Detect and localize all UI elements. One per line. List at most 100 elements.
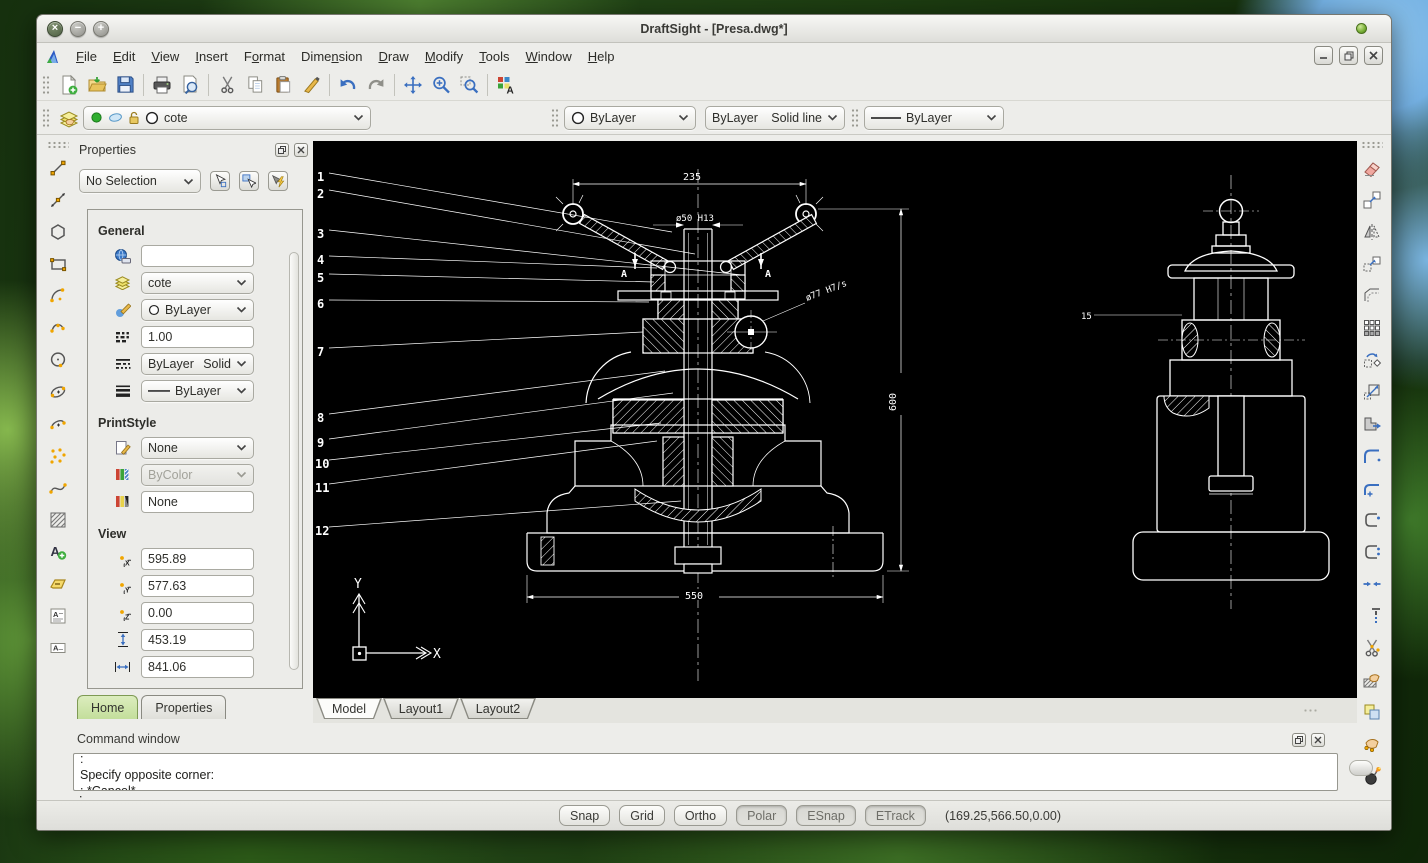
cut-button[interactable] <box>213 72 241 98</box>
scale-tool-button[interactable] <box>1358 378 1386 405</box>
print-preview-button[interactable] <box>176 72 204 98</box>
command-close-button[interactable] <box>1311 733 1325 747</box>
toolbar-grip[interactable] <box>851 107 859 128</box>
copy-button[interactable] <box>241 72 269 98</box>
zoom-in-button[interactable] <box>427 72 455 98</box>
command-history[interactable]: : Specify opposite corner: : *Cancel* <box>73 753 1338 791</box>
polygon-tool-button[interactable] <box>44 218 72 245</box>
center-y-field[interactable]: 577.63 <box>141 574 254 597</box>
entity-color-combo[interactable]: ByLayer <box>564 105 696 130</box>
spline-tool-button[interactable] <box>44 474 72 501</box>
ellipse-arc-tool-button[interactable] <box>44 410 72 437</box>
arc-tool-button[interactable] <box>44 282 72 309</box>
note-tool-button[interactable]: A <box>44 602 72 629</box>
toolbar-grip[interactable] <box>551 107 559 128</box>
line-tool-button[interactable] <box>44 154 72 181</box>
toolbar-grip[interactable] <box>47 141 69 148</box>
open-button[interactable] <box>83 72 111 98</box>
print-button[interactable] <box>148 72 176 98</box>
ellipse-tool-button[interactable] <box>44 378 72 405</box>
region-tool-button[interactable] <box>44 570 72 597</box>
selection-combo[interactable]: No Selection <box>79 169 201 193</box>
copy-nested-tool-button[interactable] <box>1358 698 1386 725</box>
menu-tools[interactable]: Tools <box>471 46 517 67</box>
paste-button[interactable] <box>269 72 297 98</box>
rectangle-tool-button[interactable] <box>44 250 72 277</box>
printtable-field[interactable]: None <box>141 490 254 513</box>
panel-scrollbar[interactable] <box>289 252 299 670</box>
panel-close-button[interactable] <box>294 143 308 157</box>
toolbar-grip[interactable] <box>1361 141 1383 148</box>
prop-color-combo[interactable]: ByLayer <box>141 298 254 321</box>
tab-home[interactable]: Home <box>77 695 139 719</box>
pan-button[interactable] <box>399 72 427 98</box>
split-tool-button[interactable] <box>1358 634 1386 661</box>
insert-text-tool-button[interactable]: A <box>44 538 72 565</box>
printstyle-combo[interactable]: None <box>141 436 254 459</box>
menu-insert[interactable]: Insert <box>187 46 236 67</box>
layers-manager-button[interactable] <box>55 105 83 131</box>
layer-combo[interactable]: cote <box>83 105 371 130</box>
view-height-field[interactable]: 453.19 <box>141 628 254 651</box>
redo-button[interactable] <box>362 72 390 98</box>
stretch-tool-button[interactable] <box>1358 410 1386 437</box>
prop-layer-combo[interactable]: cote <box>141 271 254 294</box>
snap-toggle[interactable]: Snap <box>559 805 611 826</box>
menu-modify[interactable]: Modify <box>417 46 471 67</box>
prop-lineweight-combo[interactable]: ByLayer <box>141 379 254 402</box>
select-entities-button[interactable] <box>210 171 230 191</box>
lineweight-combo[interactable]: ByLayer <box>864 105 1004 130</box>
fillet-tool-button[interactable] <box>1358 442 1386 469</box>
save-button[interactable] <box>111 72 139 98</box>
prop-linestyle-combo[interactable]: ByLayer Solid <box>141 352 254 375</box>
delete-tool-button[interactable] <box>1358 154 1386 181</box>
chamfer-tool-button[interactable] <box>1358 506 1386 533</box>
command-scroll-button[interactable] <box>1349 760 1373 776</box>
curve-tool-button[interactable] <box>44 314 72 341</box>
point-tool-button[interactable] <box>44 442 72 469</box>
undo-button[interactable] <box>334 72 362 98</box>
document-minimize-button[interactable] <box>1314 46 1333 65</box>
tab-properties[interactable]: Properties <box>141 695 227 719</box>
extend-tool-button[interactable] <box>1358 602 1386 629</box>
menu-draw[interactable]: Draw <box>370 46 416 67</box>
hyperlink-field[interactable] <box>141 244 254 267</box>
linescale-field[interactable]: 1.00 <box>141 325 254 348</box>
new-button[interactable] <box>55 72 83 98</box>
quick-select-button[interactable] <box>268 171 288 191</box>
document-restore-button[interactable] <box>1339 46 1358 65</box>
pattern-tool-button[interactable] <box>1358 314 1386 341</box>
toolbar-grip[interactable] <box>42 107 50 128</box>
text-styles-button[interactable]: A <box>492 72 520 98</box>
tab-layout2[interactable]: Layout2 <box>460 698 536 719</box>
edit-polyline-tool-button[interactable] <box>1358 730 1386 757</box>
ortho-toggle[interactable]: Ortho <box>673 805 728 826</box>
select-matching-button[interactable] <box>239 171 259 191</box>
zoom-window-button[interactable] <box>455 72 483 98</box>
chamfer-multi-tool-button[interactable] <box>1358 538 1386 565</box>
view-width-field[interactable]: 841.06 <box>141 655 254 678</box>
edit-hatch-tool-button[interactable] <box>1358 666 1386 693</box>
offset-edges-tool-button[interactable] <box>1358 282 1386 309</box>
command-float-button[interactable] <box>1292 733 1306 747</box>
hatch-tool-button[interactable] <box>44 506 72 533</box>
menu-file[interactable]: File <box>68 46 105 67</box>
panel-float-button[interactable] <box>275 143 289 157</box>
menu-dimension[interactable]: Dimension <box>293 46 370 67</box>
drawing-canvas[interactable]: 235 ø50 H13 ø77 H7/s 550 600 A A 1 2 3 4… <box>313 141 1357 698</box>
document-close-button[interactable] <box>1364 46 1383 65</box>
property-painter-button[interactable] <box>297 72 325 98</box>
center-z-field[interactable]: 0.00 <box>141 601 254 624</box>
linestyle-combo[interactable]: ByLayer Solid line <box>705 105 845 130</box>
menu-help[interactable]: Help <box>580 46 623 67</box>
fillet-multi-tool-button[interactable] <box>1358 474 1386 501</box>
infinite-line-tool-button[interactable] <box>44 186 72 213</box>
menu-format[interactable]: Format <box>236 46 293 67</box>
tab-layout1[interactable]: Layout1 <box>383 698 459 719</box>
toolbar-grip[interactable] <box>42 74 50 95</box>
grid-toggle[interactable]: Grid <box>619 805 665 826</box>
circle-tool-button[interactable] <box>44 346 72 373</box>
mirror-tool-button[interactable] <box>1358 218 1386 245</box>
title-bar[interactable]: × − + DraftSight - [Presa.dwg*] <box>37 15 1391 43</box>
center-x-field[interactable]: 595.89 <box>141 547 254 570</box>
